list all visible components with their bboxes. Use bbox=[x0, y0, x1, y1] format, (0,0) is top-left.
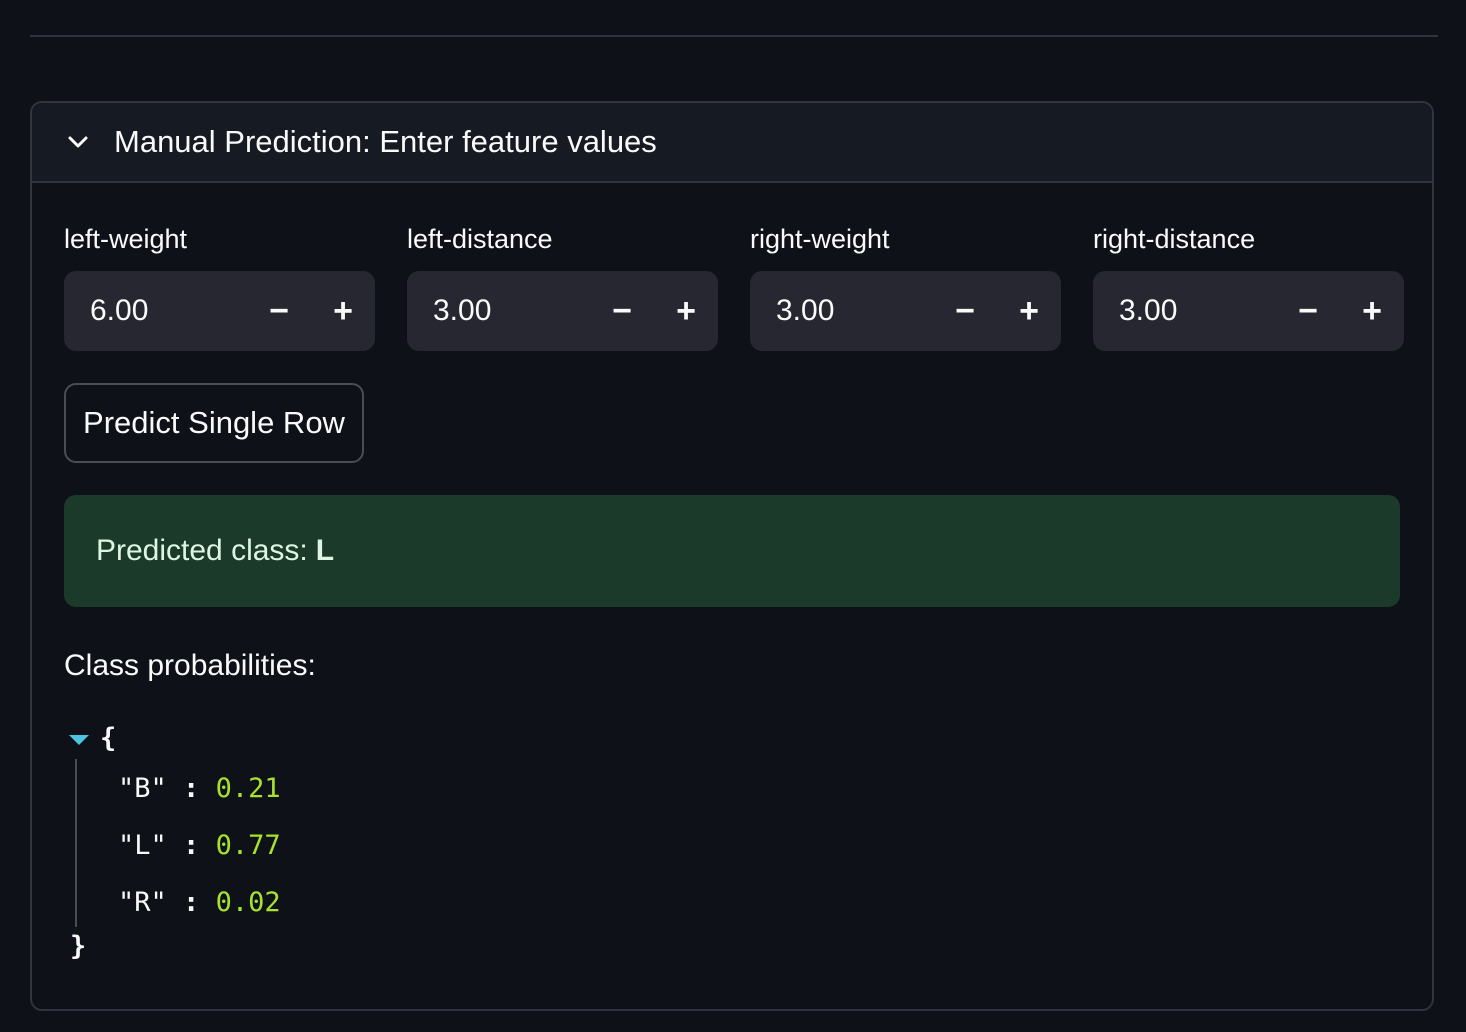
json-entry: "B" : 0.21 bbox=[118, 773, 281, 804]
expander-header[interactable]: Manual Prediction: Enter feature values bbox=[32, 103, 1432, 183]
number-input: 3.00 − + bbox=[407, 271, 718, 351]
decrement-button[interactable]: − bbox=[247, 271, 311, 351]
json-entry: "L" : 0.77 bbox=[118, 830, 281, 861]
feature-fields: left-weight 6.00 − + left-distance 3.00 … bbox=[64, 221, 1404, 351]
json-colon: : bbox=[183, 773, 200, 804]
field-label: left-weight bbox=[64, 224, 188, 254]
json-viewer: { "B" : 0.21 "L" : 0.77 "R" : 0.02 } bbox=[64, 723, 1400, 983]
result-prefix: Predicted class: bbox=[96, 534, 308, 567]
increment-button[interactable]: + bbox=[1340, 271, 1404, 351]
json-value: 0.02 bbox=[215, 887, 281, 918]
json-colon: : bbox=[183, 830, 200, 861]
number-input: 3.00 − + bbox=[1093, 271, 1404, 351]
field-left-weight: left-weight 6.00 − + bbox=[64, 221, 375, 351]
prediction-result-alert: Predicted class: L bbox=[64, 495, 1400, 607]
number-input: 6.00 − + bbox=[64, 271, 375, 351]
json-key: "R" bbox=[118, 887, 167, 918]
field-left-distance: left-distance 3.00 − + bbox=[407, 221, 718, 351]
field-label: right-weight bbox=[750, 224, 890, 254]
field-label: right-distance bbox=[1093, 224, 1256, 254]
json-open-brace: { bbox=[100, 723, 117, 754]
expander-body: left-weight 6.00 − + left-distance 3.00 … bbox=[32, 221, 1432, 983]
json-entry: "R" : 0.02 bbox=[118, 887, 281, 918]
json-close-brace: } bbox=[70, 931, 87, 962]
decrement-button[interactable]: − bbox=[1276, 271, 1340, 351]
increment-button[interactable]: + bbox=[654, 271, 718, 351]
class-probabilities-label: Class probabilities: bbox=[64, 649, 316, 682]
decrement-button[interactable]: − bbox=[933, 271, 997, 351]
json-key: "B" bbox=[118, 773, 167, 804]
json-value: 0.21 bbox=[215, 773, 281, 804]
number-input-value[interactable]: 3.00 bbox=[1093, 294, 1276, 328]
field-label: left-distance bbox=[407, 224, 553, 254]
predict-single-row-button[interactable]: Predict Single Row bbox=[64, 383, 364, 463]
manual-prediction-expander: Manual Prediction: Enter feature values … bbox=[30, 101, 1434, 1011]
json-colon: : bbox=[183, 887, 200, 918]
number-input-value[interactable]: 3.00 bbox=[407, 294, 590, 328]
number-input: 3.00 − + bbox=[750, 271, 1061, 351]
json-value: 0.77 bbox=[215, 830, 281, 861]
predicted-class-value: L bbox=[315, 534, 335, 567]
top-divider bbox=[30, 35, 1438, 37]
field-right-distance: right-distance 3.00 − + bbox=[1093, 221, 1404, 351]
expander-title: Manual Prediction: Enter feature values bbox=[114, 124, 657, 159]
increment-button[interactable]: + bbox=[997, 271, 1061, 351]
field-right-weight: right-weight 3.00 − + bbox=[750, 221, 1061, 351]
caret-down-icon[interactable] bbox=[68, 723, 90, 754]
number-input-value[interactable]: 3.00 bbox=[750, 294, 933, 328]
json-indent-guide bbox=[75, 759, 77, 927]
increment-button[interactable]: + bbox=[311, 271, 375, 351]
chevron-down-icon[interactable] bbox=[64, 128, 92, 156]
json-key: "L" bbox=[118, 830, 167, 861]
decrement-button[interactable]: − bbox=[590, 271, 654, 351]
number-input-value[interactable]: 6.00 bbox=[64, 294, 247, 328]
